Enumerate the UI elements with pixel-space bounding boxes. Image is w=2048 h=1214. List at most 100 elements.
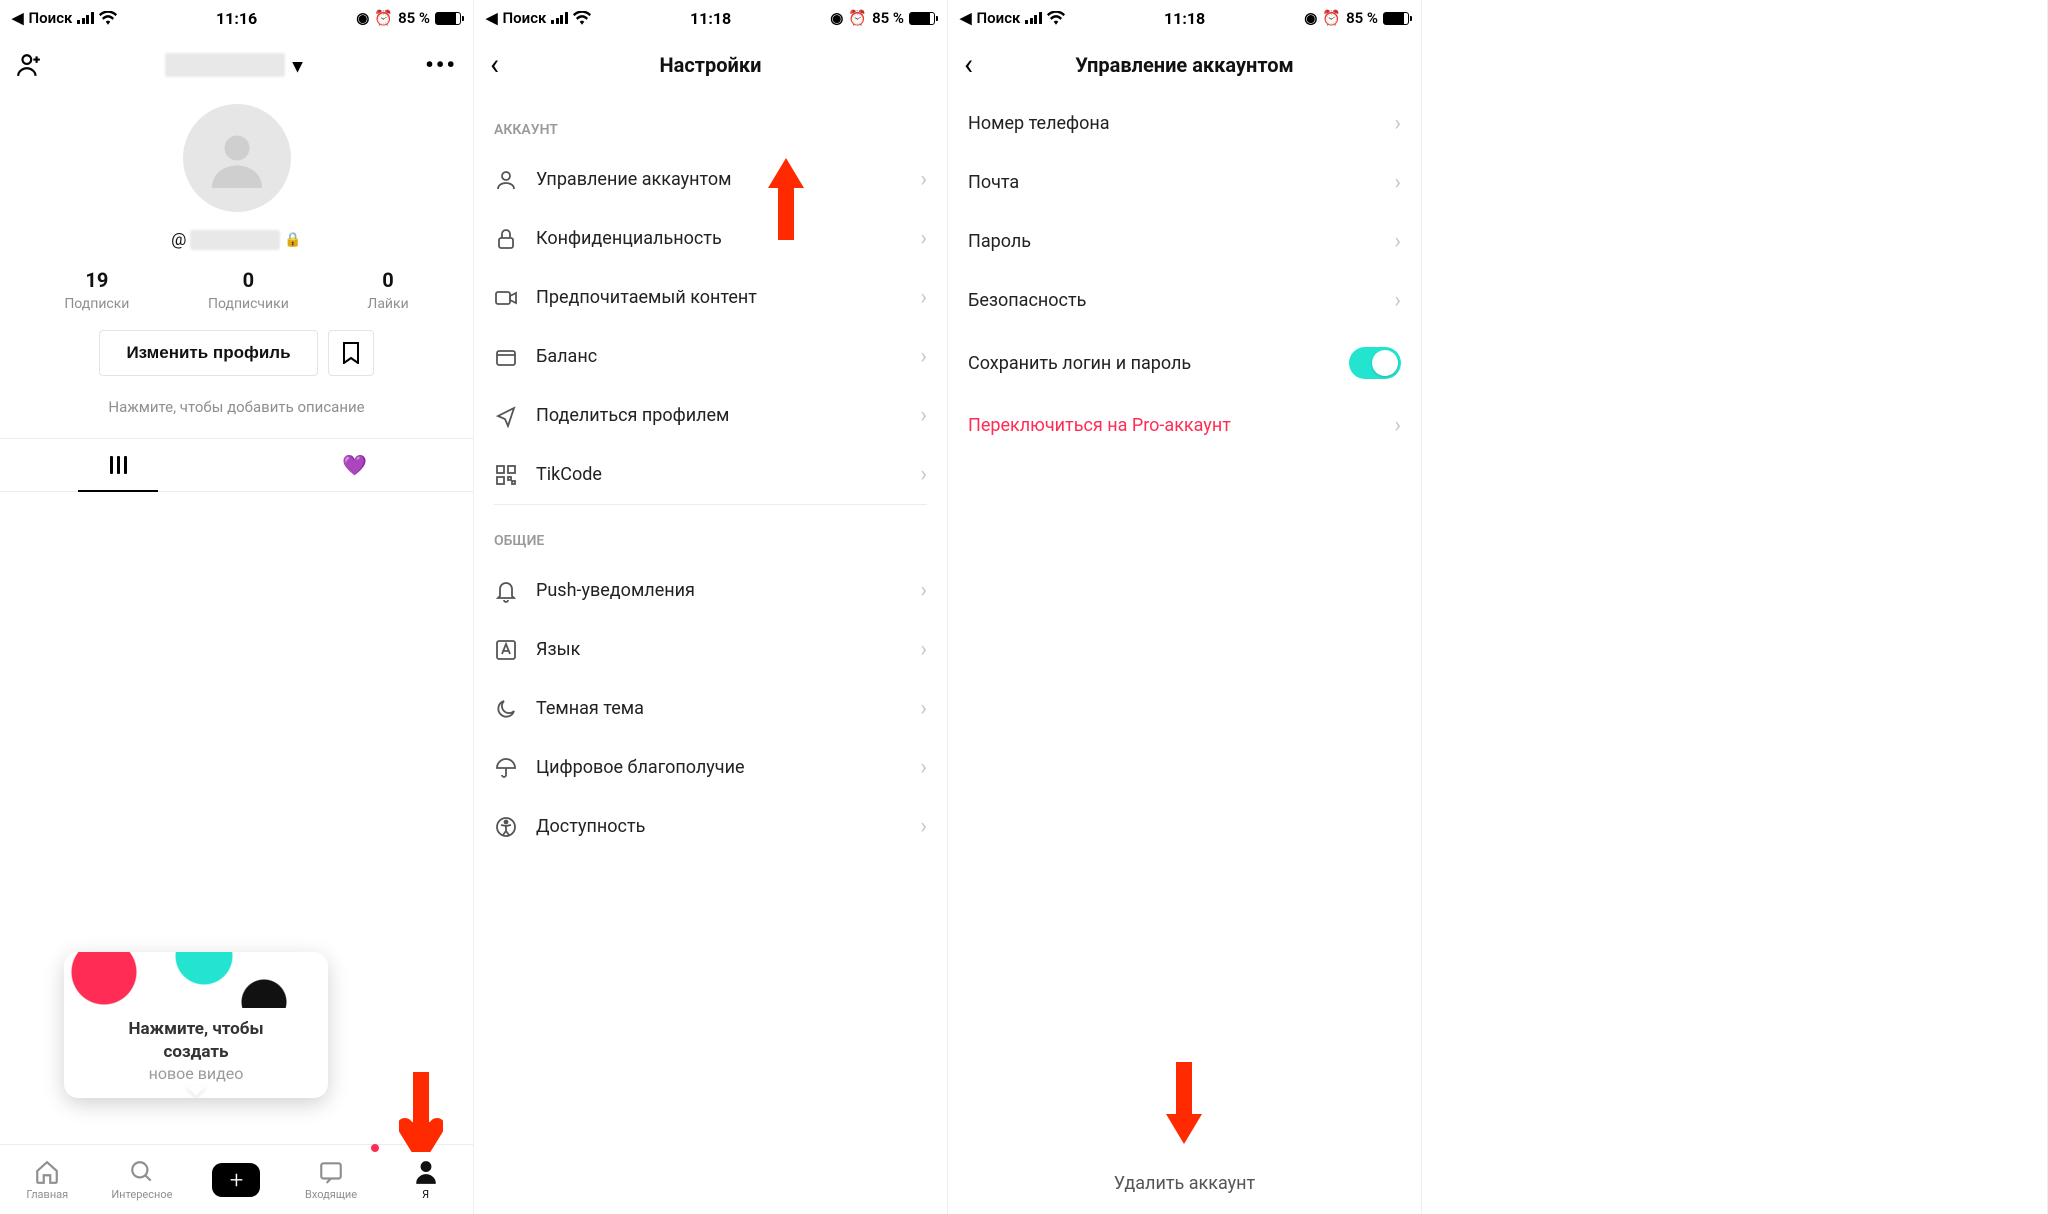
- person-icon: [494, 168, 518, 192]
- alarm-icon: ⏰: [374, 9, 393, 27]
- wifi-icon: [573, 11, 591, 25]
- home-icon: [34, 1159, 60, 1185]
- row-label: Управление аккаунтом: [536, 169, 902, 190]
- row-wellbeing[interactable]: Цифровое благополучие ›: [474, 738, 947, 797]
- back-to-search-icon[interactable]: ◀: [12, 9, 24, 27]
- tooltip-line1: Нажмите, чтобы: [64, 1018, 328, 1041]
- bio-hint[interactable]: Нажмите, чтобы добавить описание: [0, 398, 473, 416]
- status-time: 11:18: [1065, 9, 1304, 28]
- location-icon: ◉: [356, 9, 369, 27]
- stat-following-num: 19: [64, 268, 129, 292]
- row-push[interactable]: Push-уведомления ›: [474, 561, 947, 620]
- chevron-right-icon: ›: [920, 814, 927, 839]
- row-privacy[interactable]: Конфиденциальность ›: [474, 209, 947, 268]
- row-label: Конфиденциальность: [536, 228, 902, 249]
- row-save-login[interactable]: Сохранить логин и пароль: [948, 330, 1421, 396]
- stat-likes[interactable]: 0 Лайки: [367, 268, 408, 312]
- page-title: Настройки: [474, 53, 947, 77]
- edit-profile-button[interactable]: Изменить профиль: [99, 330, 317, 376]
- lock-icon: [494, 227, 518, 251]
- chevron-right-icon: ›: [1394, 170, 1401, 195]
- panel-filler: [1422, 0, 2048, 1214]
- status-bar: ◀ Поиск 11:18 ◉ ⏰ 85 %: [474, 0, 947, 36]
- save-login-toggle[interactable]: [1349, 347, 1401, 379]
- status-search-label[interactable]: Поиск: [29, 9, 73, 27]
- page-title: Управление аккаунтом: [948, 53, 1421, 77]
- row-dark-mode[interactable]: Темная тема ›: [474, 679, 947, 738]
- grid-icon: [110, 456, 127, 474]
- row-label: Переключиться на Pro-аккаунт: [968, 415, 1376, 436]
- chevron-right-icon: ›: [920, 462, 927, 487]
- language-icon: [494, 638, 518, 662]
- status-time: 11:16: [117, 9, 356, 28]
- stats-row: 19 Подписки 0 Подписчики 0 Лайки: [0, 256, 473, 330]
- tab-grid[interactable]: [0, 439, 237, 491]
- row-security[interactable]: Безопасность ›: [948, 271, 1421, 330]
- profile-header: ▾ •••: [0, 36, 473, 94]
- person-icon: [413, 1159, 439, 1185]
- username-handle[interactable]: @ 🔒: [0, 230, 473, 250]
- wallet-icon: [494, 345, 518, 369]
- row-email[interactable]: Почта ›: [948, 153, 1421, 212]
- battery-percent: 85 %: [1346, 9, 1378, 27]
- row-password[interactable]: Пароль ›: [948, 212, 1421, 271]
- nav-inbox[interactable]: Входящие: [284, 1145, 379, 1214]
- battery-icon: [1383, 12, 1409, 25]
- chevron-right-icon: ›: [1394, 413, 1401, 438]
- row-share-profile[interactable]: Поделиться профилем ›: [474, 386, 947, 445]
- menu-icon[interactable]: •••: [425, 51, 457, 79]
- location-icon: ◉: [1304, 9, 1317, 27]
- chevron-right-icon: ›: [920, 755, 927, 780]
- row-label: Предпочитаемый контент: [536, 287, 902, 308]
- chevron-right-icon: ›: [920, 285, 927, 310]
- nav-profile[interactable]: Я: [378, 1145, 473, 1214]
- inbox-badge: [371, 1144, 379, 1152]
- panel-settings: ◀ Поиск 11:18 ◉ ⏰ 85 % ‹ Настройки АККАУ…: [474, 0, 948, 1214]
- chevron-right-icon: ›: [920, 696, 927, 721]
- row-balance[interactable]: Баланс ›: [474, 327, 947, 386]
- section-account-label: АККАУНТ: [474, 94, 947, 150]
- row-tikcode[interactable]: TikCode ›: [474, 445, 947, 504]
- stat-followers[interactable]: 0 Подписчики: [208, 268, 289, 312]
- tab-liked[interactable]: 💜: [237, 439, 474, 491]
- create-tooltip[interactable]: Нажмите, чтобы создать новое видео: [64, 952, 328, 1098]
- back-to-search-icon[interactable]: ◀: [960, 9, 972, 27]
- delete-account-button[interactable]: Удалить аккаунт: [948, 1153, 1421, 1214]
- chevron-right-icon: ›: [920, 403, 927, 428]
- alarm-icon: ⏰: [1322, 9, 1341, 27]
- stat-likes-num: 0: [367, 268, 408, 292]
- nav-inbox-label: Входящие: [305, 1188, 357, 1201]
- bookmark-icon: [341, 342, 361, 364]
- avatar[interactable]: [183, 104, 291, 212]
- nav-create[interactable]: +: [189, 1145, 284, 1214]
- chevron-right-icon: ›: [920, 226, 927, 251]
- nav-discover[interactable]: Интересное: [95, 1145, 190, 1214]
- nav-discover-label: Интересное: [111, 1188, 172, 1201]
- bookmarks-button[interactable]: [328, 330, 374, 376]
- chevron-down-icon: ▾: [293, 54, 303, 77]
- row-language[interactable]: Язык ›: [474, 620, 947, 679]
- stat-following[interactable]: 19 Подписки: [64, 268, 129, 312]
- add-friend-icon[interactable]: [16, 52, 42, 78]
- nav-home[interactable]: Главная: [0, 1145, 95, 1214]
- row-pro-account[interactable]: Переключиться на Pro-аккаунт ›: [948, 396, 1421, 455]
- plus-icon: +: [230, 1166, 244, 1194]
- status-search-label[interactable]: Поиск: [977, 9, 1021, 27]
- qr-icon: [494, 463, 518, 487]
- wifi-icon: [1047, 11, 1065, 25]
- chevron-right-icon: ›: [1394, 111, 1401, 136]
- status-search-label[interactable]: Поиск: [503, 9, 547, 27]
- manage-header: ‹ Управление аккаунтом: [948, 36, 1421, 94]
- row-accessibility[interactable]: Доступность ›: [474, 797, 947, 856]
- create-button[interactable]: +: [212, 1163, 260, 1197]
- row-label: Доступность: [536, 816, 902, 837]
- annotation-arrow-profile-tab: [399, 1064, 443, 1152]
- row-content-pref[interactable]: Предпочитаемый контент ›: [474, 268, 947, 327]
- row-manage-account[interactable]: Управление аккаунтом ›: [474, 150, 947, 209]
- row-label: Цифровое благополучие: [536, 757, 902, 778]
- row-label: TikCode: [536, 464, 902, 485]
- row-label: Номер телефона: [968, 113, 1376, 134]
- username-dropdown[interactable]: ▾: [42, 53, 425, 77]
- back-to-search-icon[interactable]: ◀: [486, 9, 498, 27]
- row-phone[interactable]: Номер телефона ›: [948, 94, 1421, 153]
